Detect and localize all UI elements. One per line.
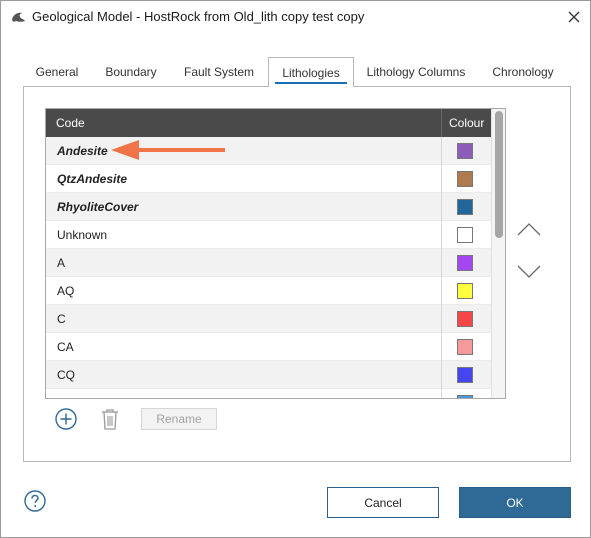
colour-swatch[interactable] (457, 339, 473, 355)
row-code: C (57, 312, 66, 326)
column-header-colour[interactable]: Colour (449, 116, 484, 130)
colour-swatch[interactable] (457, 367, 473, 383)
chevron-up-icon (517, 222, 541, 239)
table-row[interactable]: Unknown (46, 221, 491, 249)
window-title: Geological Model - HostRock from Old_lit… (32, 9, 365, 24)
column-divider (441, 305, 442, 333)
colour-swatch[interactable] (457, 171, 473, 187)
row-code: CA (57, 340, 74, 354)
table-row[interactable]: AQ (46, 277, 491, 305)
column-divider (441, 221, 442, 249)
colour-swatch[interactable] (457, 283, 473, 299)
row-code: A (57, 256, 66, 270)
dialog-window: Geological Model - HostRock from Old_lit… (0, 0, 591, 538)
column-divider (441, 165, 442, 193)
column-divider (441, 361, 442, 389)
close-icon[interactable] (561, 5, 587, 29)
table-row[interactable]: C (46, 305, 491, 333)
scrollbar-thumb[interactable] (495, 111, 503, 238)
tab-label: Lithologies (282, 65, 340, 80)
tab-label: Boundary (105, 64, 157, 79)
tab-lithology-columns[interactable]: Lithology Columns (354, 57, 478, 86)
tab-label: Lithology Columns (366, 64, 466, 79)
ok-label: OK (506, 495, 524, 510)
row-code: Unknown (57, 228, 108, 242)
table-row[interactable]: RhyoliteCover (46, 193, 491, 221)
colour-swatch[interactable] (457, 395, 473, 398)
row-code: RhyoliteCover (57, 200, 139, 214)
column-header-code[interactable]: Code (56, 116, 85, 130)
row-code: CQ (57, 368, 75, 382)
colour-swatch[interactable] (457, 311, 473, 327)
table-row[interactable]: A (46, 249, 491, 277)
column-divider (441, 109, 442, 137)
row-code: AQ (57, 284, 75, 298)
tab-label: Fault System (183, 64, 255, 79)
table-row[interactable]: CQ (46, 361, 491, 389)
move-down-button[interactable] (515, 263, 543, 283)
tab-bar: General Boundary Fault System Lithologie… (23, 57, 571, 87)
chevron-down-icon (517, 265, 541, 282)
ok-button[interactable]: OK (459, 487, 571, 518)
colour-swatch[interactable] (457, 143, 473, 159)
title-bar: Geological Model - HostRock from Old_lit… (1, 1, 590, 33)
tab-lithologies[interactable]: Lithologies (268, 57, 354, 87)
tab-general[interactable]: General (23, 57, 91, 86)
cancel-button[interactable]: Cancel (327, 487, 439, 518)
tab-chronology[interactable]: Chronology (478, 57, 568, 86)
row-code: Andesite (57, 144, 108, 158)
column-divider (441, 389, 442, 398)
column-divider (441, 137, 442, 165)
cancel-label: Cancel (364, 495, 402, 510)
vertical-scrollbar[interactable] (491, 109, 505, 398)
tab-boundary[interactable]: Boundary (91, 57, 171, 86)
lithologies-panel: Code Colour Andesite QtzAndesite Rhyolit… (23, 86, 571, 462)
column-divider (441, 277, 442, 305)
column-divider (441, 333, 442, 361)
table-row[interactable] (46, 389, 491, 398)
help-icon[interactable] (24, 490, 46, 512)
rename-button[interactable]: Rename (141, 408, 217, 430)
move-up-button[interactable] (515, 220, 543, 240)
colour-swatch[interactable] (457, 199, 473, 215)
column-divider (441, 249, 442, 277)
colour-swatch[interactable] (457, 255, 473, 271)
table-header: Code Colour (46, 109, 491, 137)
callout-arrow-icon (109, 138, 227, 162)
colour-swatch[interactable] (457, 227, 473, 243)
tab-fault-system[interactable]: Fault System (171, 57, 267, 86)
table-row[interactable]: CA (46, 333, 491, 361)
trash-icon[interactable] (99, 407, 121, 431)
leapfrog-app-icon (10, 9, 26, 25)
add-circle-icon[interactable] (55, 408, 77, 430)
tab-label: Chronology (492, 64, 554, 79)
table-body: Andesite QtzAndesite RhyoliteCover Unkno… (46, 137, 491, 398)
tab-label: General (35, 64, 79, 79)
row-code: QtzAndesite (57, 172, 128, 186)
table-row[interactable]: QtzAndesite (46, 165, 491, 193)
column-divider (441, 193, 442, 221)
